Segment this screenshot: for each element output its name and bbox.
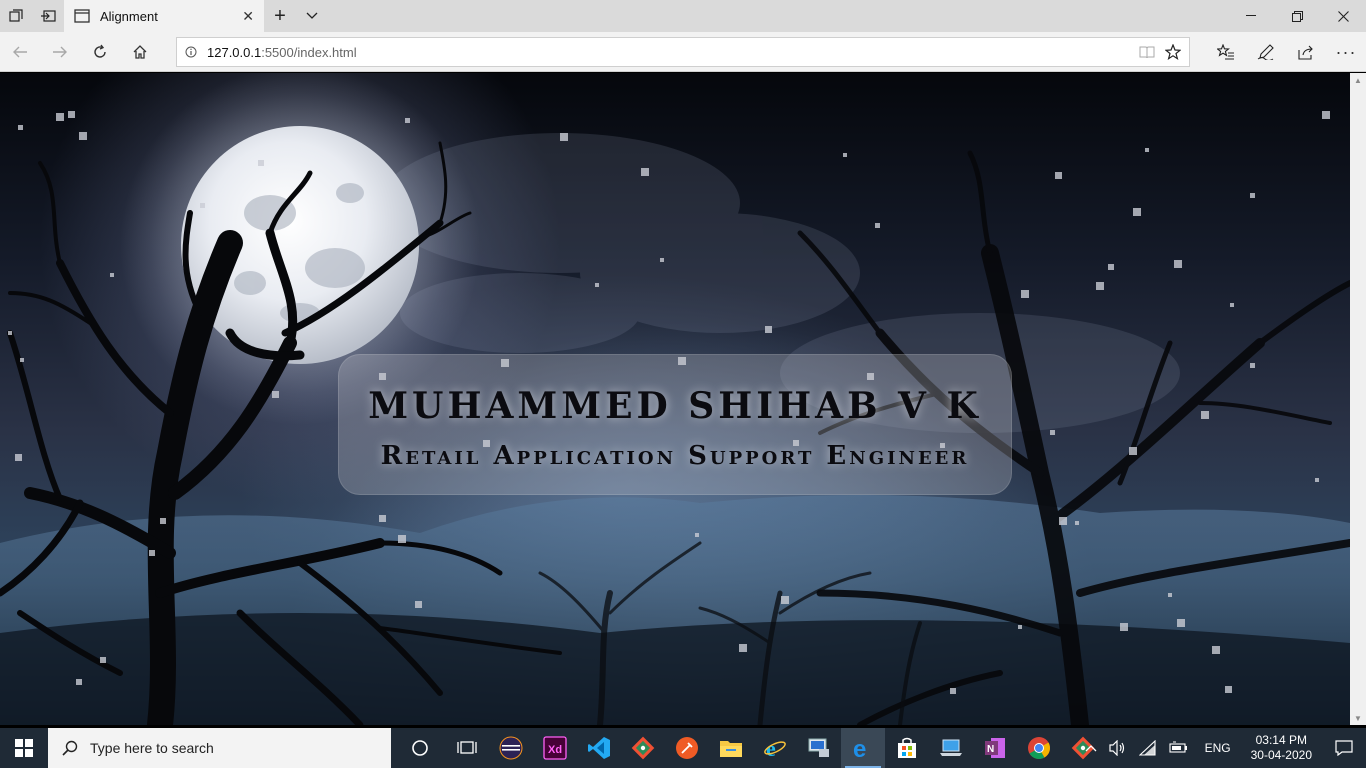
minimize-icon[interactable] <box>1228 0 1274 32</box>
chrome-icon[interactable] <box>1017 728 1061 768</box>
vscode-icon[interactable] <box>577 728 621 768</box>
wifi-icon[interactable] <box>1133 728 1163 768</box>
laptop-icon[interactable] <box>929 728 973 768</box>
chevron-up-icon[interactable] <box>1079 728 1103 768</box>
scroll-up-icon[interactable]: ▲ <box>1350 73 1366 87</box>
start-button[interactable] <box>0 728 48 768</box>
system-tray: ENG 03:14 PM 30-04-2020 <box>1079 728 1366 768</box>
favorite-star-icon[interactable] <box>1165 44 1181 60</box>
page-icon <box>74 9 90 23</box>
info-icon[interactable] <box>185 46 197 58</box>
page-viewport: MUHAMMED SHIHAB V K Retail Application S… <box>0 73 1350 725</box>
tab-alignment[interactable]: Alignment ✕ <box>64 0 264 32</box>
scroll-down-icon[interactable]: ▼ <box>1350 711 1366 725</box>
profile-title: Retail Application Support Engineer <box>380 441 970 471</box>
address-bar[interactable]: 127.0.0.1:5500/index.html <box>176 37 1190 67</box>
reading-view-icon[interactable] <box>1139 45 1155 59</box>
svg-text:e: e <box>853 736 866 760</box>
volume-icon[interactable] <box>1103 728 1133 768</box>
taskbar-apps: Xd e e N <box>395 728 1105 768</box>
share-icon[interactable] <box>1286 32 1326 72</box>
back-icon[interactable] <box>0 32 40 72</box>
close-window-icon[interactable] <box>1320 0 1366 32</box>
search-icon <box>62 740 78 756</box>
search-placeholder: Type here to search <box>90 740 214 756</box>
tab-bar: Alignment ✕ + <box>0 0 1366 32</box>
new-tab-icon[interactable]: + <box>264 0 296 32</box>
clock[interactable]: 03:14 PM 30-04-2020 <box>1241 733 1322 763</box>
home-icon[interactable] <box>120 32 160 72</box>
web-note-pen-icon[interactable] <box>1246 32 1286 72</box>
adobe-xd-icon[interactable]: Xd <box>533 728 577 768</box>
clock-date: 30-04-2020 <box>1250 748 1312 762</box>
battery-icon[interactable] <box>1163 728 1195 768</box>
tab-actions-icon[interactable] <box>0 0 32 32</box>
file-explorer-icon[interactable] <box>709 728 753 768</box>
remote-desktop-icon[interactable] <box>797 728 841 768</box>
windows-logo-icon <box>15 739 33 757</box>
chevron-down-icon[interactable] <box>296 0 328 32</box>
navigation-bar: 127.0.0.1:5500/index.html ··· <box>0 32 1366 72</box>
clock-time: 03:14 PM <box>1255 733 1307 747</box>
store-icon[interactable] <box>885 728 929 768</box>
svg-text:Xd: Xd <box>548 744 562 756</box>
task-view-icon[interactable] <box>395 728 445 768</box>
set-aside-tabs-icon[interactable] <box>32 0 64 32</box>
taskbar-search[interactable]: Type here to search <box>48 728 391 768</box>
restore-icon[interactable] <box>1274 0 1320 32</box>
edge-icon[interactable]: e <box>841 728 885 768</box>
git-icon[interactable] <box>621 728 665 768</box>
browser-toolbar: ··· <box>1206 32 1366 72</box>
forward-icon[interactable] <box>40 32 80 72</box>
taskbar: Type here to search Xd e e N ENG 03:14 P… <box>0 728 1366 768</box>
close-tab-icon[interactable]: ✕ <box>242 8 254 25</box>
url-host: 127.0.0.1 <box>207 44 262 60</box>
internet-explorer-icon[interactable]: e <box>753 728 797 768</box>
favorites-hub-icon[interactable] <box>1206 32 1246 72</box>
url-path: :5500/index.html <box>261 44 357 60</box>
onenote-icon[interactable]: N <box>973 728 1017 768</box>
profile-name: MUHAMMED SHIHAB V K <box>368 385 982 427</box>
more-icon[interactable]: ··· <box>1326 32 1366 72</box>
svg-text:N: N <box>987 744 994 755</box>
foreground-ground <box>0 613 1350 725</box>
timeline-icon[interactable] <box>445 728 489 768</box>
action-center-icon[interactable] <box>1322 728 1366 768</box>
url-text: 127.0.0.1:5500/index.html <box>207 45 1129 60</box>
profile-card: MUHAMMED SHIHAB V K Retail Application S… <box>338 354 1012 495</box>
vertical-scrollbar[interactable]: ▲ ▼ <box>1350 73 1366 725</box>
eclipse-icon[interactable] <box>489 728 533 768</box>
language-indicator[interactable]: ENG <box>1195 728 1241 768</box>
postman-icon[interactable] <box>665 728 709 768</box>
tab-title: Alignment <box>100 8 158 24</box>
refresh-icon[interactable] <box>80 32 120 72</box>
